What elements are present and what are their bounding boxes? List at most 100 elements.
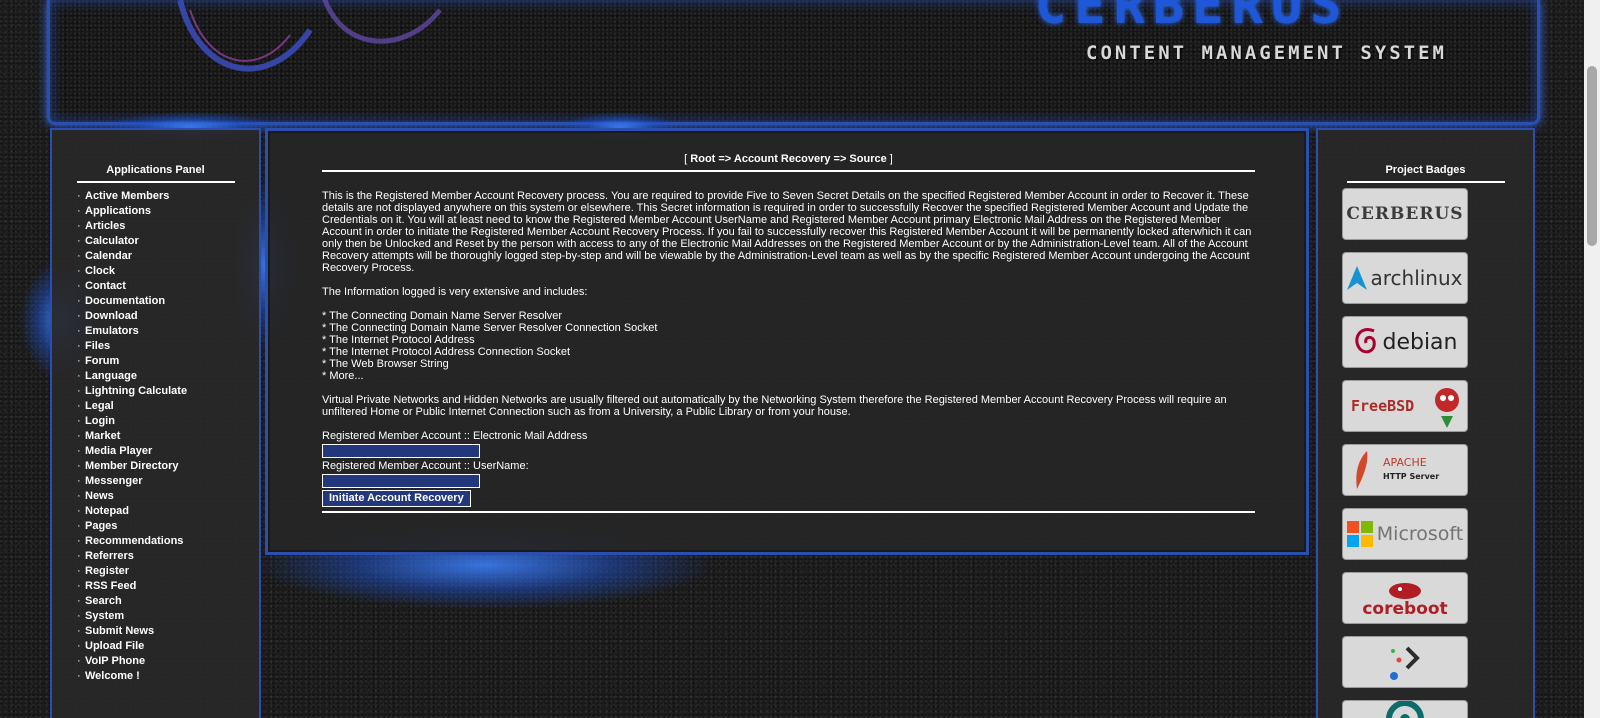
- username-field[interactable]: [322, 474, 480, 488]
- menu-item[interactable]: · Welcome !: [77, 669, 259, 684]
- menu-item[interactable]: · Forum: [77, 354, 259, 369]
- badge-apache[interactable]: APACHE HTTP Server: [1342, 444, 1468, 496]
- badge-debian[interactable]: debian: [1342, 316, 1468, 368]
- menu-item-link[interactable]: News: [85, 490, 114, 502]
- menu-item[interactable]: · Calendar: [77, 249, 259, 264]
- menu-item-link[interactable]: Calculator: [85, 235, 139, 247]
- menu-item[interactable]: · Lightning Calculate: [77, 384, 259, 399]
- menu-item[interactable]: · Pages: [77, 519, 259, 534]
- badge-partial-logo[interactable]: [1342, 700, 1468, 718]
- initiate-recovery-button[interactable]: Initiate Account Recovery: [322, 490, 471, 507]
- menu-item-link[interactable]: Articles: [85, 220, 125, 232]
- badge-label: debian: [1382, 329, 1458, 355]
- menu-item[interactable]: · Notepad: [77, 504, 259, 519]
- menu-item-link[interactable]: Files: [85, 340, 110, 352]
- menu-item-link[interactable]: Upload File: [85, 640, 144, 652]
- badge-freebsd[interactable]: FreeBSD: [1342, 380, 1468, 432]
- menu-item-link[interactable]: Download: [85, 310, 138, 322]
- menu-item-link[interactable]: Referrers: [85, 550, 134, 562]
- badge-dots-logo[interactable]: [1342, 636, 1468, 688]
- bullet-icon: ·: [77, 295, 81, 307]
- bullet-icon: ·: [77, 595, 81, 607]
- menu-item-link[interactable]: Pages: [85, 520, 117, 532]
- vpn-notice-text: Virtual Private Networks and Hidden Netw…: [322, 394, 1227, 418]
- list-item: * The Connecting Domain Name Server Reso…: [322, 310, 563, 322]
- menu-item-link[interactable]: Welcome !: [85, 670, 140, 682]
- menu-item-link[interactable]: Language: [85, 370, 137, 382]
- menu-item[interactable]: · Recommendations: [77, 534, 259, 549]
- menu-item-link[interactable]: Documentation: [85, 295, 165, 307]
- menu-item-link[interactable]: Calendar: [85, 250, 132, 262]
- menu-item[interactable]: · Active Members: [77, 189, 259, 204]
- breadcrumb-path[interactable]: Root => Account Recovery => Source: [690, 153, 886, 165]
- menu-item[interactable]: · VoIP Phone: [77, 654, 259, 669]
- menu-item-link[interactable]: VoIP Phone: [85, 655, 145, 667]
- menu-item[interactable]: · Language: [77, 369, 259, 384]
- badge-label: archlinux: [1370, 266, 1463, 290]
- badge-list: CERBERUS archlinux debian FreeBSD APACHE…: [1318, 188, 1533, 718]
- menu-item-link[interactable]: Active Members: [85, 190, 169, 202]
- badge-microsoft[interactable]: Microsoft: [1342, 508, 1468, 560]
- menu-item-link[interactable]: Applications: [85, 205, 151, 217]
- menu-item-link[interactable]: Recommendations: [85, 535, 183, 547]
- menu-item[interactable]: · Messenger: [77, 474, 259, 489]
- email-field[interactable]: [322, 444, 480, 458]
- menu-item-link[interactable]: Lightning Calculate: [85, 385, 187, 397]
- menu-item[interactable]: · Search: [77, 594, 259, 609]
- project-badges-panel: Project Badges CERBERUS archlinux debian…: [1316, 128, 1535, 718]
- menu-item-link[interactable]: Clock: [85, 265, 115, 277]
- badge-cerberus[interactable]: CERBERUS: [1342, 188, 1468, 240]
- menu-item[interactable]: · Member Directory: [77, 459, 259, 474]
- menu-item-link[interactable]: Contact: [85, 280, 126, 292]
- menu-item-link[interactable]: Submit News: [85, 625, 154, 637]
- menu-item-link[interactable]: Login: [85, 415, 115, 427]
- email-field-label: Registered Member Account :: Electronic …: [322, 430, 588, 442]
- bullet-icon: ·: [77, 655, 81, 667]
- menu-item-link[interactable]: Notepad: [85, 505, 129, 517]
- menu-item[interactable]: · Market: [77, 429, 259, 444]
- menu-item-link[interactable]: Register: [85, 565, 129, 577]
- menu-item-link[interactable]: Forum: [85, 355, 119, 367]
- breadcrumb-close: ]: [886, 153, 893, 165]
- menu-item[interactable]: · Applications: [77, 204, 259, 219]
- menu-item[interactable]: · Submit News: [77, 624, 259, 639]
- menu-item[interactable]: · Calculator: [77, 234, 259, 249]
- banner-title: CERBERUS: [1035, 0, 1350, 36]
- menu-item-link[interactable]: RSS Feed: [85, 580, 136, 592]
- menu-item-link[interactable]: Member Directory: [85, 460, 179, 472]
- menu-item-link[interactable]: Search: [85, 595, 122, 607]
- badge-archlinux[interactable]: archlinux: [1342, 252, 1468, 304]
- menu-item[interactable]: · Articles: [77, 219, 259, 234]
- recovery-intro-text: This is the Registered Member Account Re…: [322, 190, 1252, 274]
- bullet-icon: ·: [77, 640, 81, 652]
- menu-item-link[interactable]: Media Player: [85, 445, 152, 457]
- menu-item[interactable]: · Documentation: [77, 294, 259, 309]
- menu-item[interactable]: · Register: [77, 564, 259, 579]
- menu-item[interactable]: · Emulators: [77, 324, 259, 339]
- menu-item[interactable]: · Referrers: [77, 549, 259, 564]
- menu-item-link[interactable]: Legal: [85, 400, 114, 412]
- menu-item[interactable]: · News: [77, 489, 259, 504]
- menu-item-link[interactable]: Messenger: [85, 475, 142, 487]
- breadcrumb: [ Root => Account Recovery => Source ]: [322, 153, 1255, 172]
- page-scrollbar[interactable]: [1584, 0, 1600, 718]
- menu-item[interactable]: · Download: [77, 309, 259, 324]
- menu-item-link[interactable]: Emulators: [85, 325, 139, 337]
- dots-chevron-icon: [1390, 646, 1420, 680]
- menu-item[interactable]: · Login: [77, 414, 259, 429]
- scrollbar-thumb[interactable]: [1587, 66, 1597, 246]
- menu-item[interactable]: · Media Player: [77, 444, 259, 459]
- bullet-icon: ·: [77, 310, 81, 322]
- menu-item[interactable]: · Clock: [77, 264, 259, 279]
- menu-item[interactable]: · Contact: [77, 279, 259, 294]
- bullet-icon: ·: [77, 415, 81, 427]
- badge-coreboot[interactable]: coreboot: [1342, 572, 1468, 624]
- menu-item-link[interactable]: System: [85, 610, 124, 622]
- menu-item-link[interactable]: Market: [85, 430, 120, 442]
- badge-sublabel: HTTP Server: [1383, 472, 1440, 481]
- menu-item[interactable]: · Legal: [77, 399, 259, 414]
- menu-item[interactable]: · Upload File: [77, 639, 259, 654]
- menu-item[interactable]: · RSS Feed: [77, 579, 259, 594]
- menu-item[interactable]: · System: [77, 609, 259, 624]
- menu-item[interactable]: · Files: [77, 339, 259, 354]
